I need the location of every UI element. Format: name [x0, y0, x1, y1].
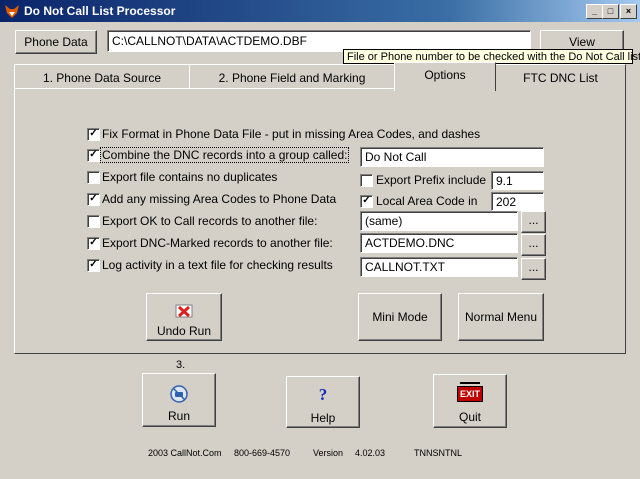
- local-area-code-label: Local Area Code in: [376, 194, 478, 208]
- phone-data-button[interactable]: Phone Data: [15, 30, 97, 54]
- exit-sign-text: EXIT: [457, 386, 483, 402]
- export-dnc-browse-button[interactable]: ...: [521, 234, 546, 256]
- local-area-code-checkbox[interactable]: ✓: [360, 195, 373, 208]
- help-label: Help: [310, 411, 336, 425]
- undo-run-label: Undo Run: [156, 324, 212, 338]
- run-label: Run: [167, 409, 190, 423]
- mini-mode-button[interactable]: Mini Mode: [358, 293, 442, 341]
- title-bar: Do Not Call List Processor _ □ ×: [0, 0, 640, 22]
- red-x-icon: [175, 304, 193, 318]
- footer-version-label: Version: [313, 448, 344, 458]
- export-prefix-label: Export Prefix include: [376, 173, 487, 187]
- export-no-duplicates-checkbox[interactable]: [87, 171, 100, 184]
- footer-copyright: 2003 CallNot.Com: [148, 448, 222, 458]
- window-title: Do Not Call List Processor: [24, 4, 176, 18]
- maximize-button[interactable]: □: [602, 4, 619, 19]
- log-activity-checkbox[interactable]: ✓: [87, 259, 100, 272]
- export-ok-file-field[interactable]: (same): [360, 211, 518, 231]
- undo-run-button[interactable]: Undo Run: [146, 293, 222, 341]
- question-mark-icon: ?: [318, 385, 328, 404]
- add-area-codes-label: Add any missing Area Codes to Phone Data: [102, 192, 337, 206]
- export-no-duplicates-label: Export file contains no duplicates: [102, 170, 278, 184]
- local-area-code-field[interactable]: 202: [491, 192, 544, 211]
- add-area-codes-checkbox[interactable]: ✓: [87, 193, 100, 206]
- tab-options[interactable]: Options: [394, 62, 496, 91]
- exit-sign-icon: EXIT: [457, 382, 483, 402]
- log-activity-label: Log activity in a text file for checking…: [102, 258, 333, 272]
- quit-button[interactable]: EXIT Quit: [433, 374, 507, 428]
- normal-menu-button[interactable]: Normal Menu: [458, 293, 544, 341]
- help-button[interactable]: ? Help: [286, 376, 360, 428]
- fix-format-label: Fix Format in Phone Data File - put in m…: [102, 127, 481, 141]
- no-phone-icon: [170, 385, 188, 403]
- combine-dnc-checkbox[interactable]: ✓: [87, 149, 100, 162]
- run-button[interactable]: Run: [142, 373, 216, 427]
- export-dnc-checkbox[interactable]: ✓: [87, 237, 100, 250]
- fix-format-checkbox[interactable]: ✓: [87, 128, 100, 141]
- fox-head-icon: [5, 5, 19, 18]
- export-dnc-label: Export DNC-Marked records to another fil…: [102, 236, 333, 250]
- log-file-browse-button[interactable]: ...: [521, 258, 546, 280]
- tab-phone-field-and-marking[interactable]: 2. Phone Field and Marking: [189, 64, 395, 91]
- export-prefix-checkbox[interactable]: [360, 174, 373, 187]
- minimize-button[interactable]: _: [586, 4, 603, 19]
- footer-code: TNNSNTNL: [414, 448, 463, 458]
- footer-phone: 800-669-4570: [234, 448, 291, 458]
- export-ok-label: Export OK to Call records to another fil…: [102, 214, 318, 228]
- export-ok-checkbox[interactable]: [87, 215, 100, 228]
- quit-label: Quit: [458, 410, 481, 424]
- export-dnc-file-field[interactable]: ACTDEMO.DNC: [360, 233, 518, 253]
- tab-ftc-dnc-list[interactable]: FTC DNC List: [495, 64, 626, 91]
- export-ok-browse-button[interactable]: ...: [521, 211, 546, 233]
- close-button[interactable]: ×: [620, 4, 637, 19]
- step-3-label: 3.: [176, 359, 186, 371]
- combine-dnc-label: Combine the DNC records into a group cal…: [100, 147, 350, 163]
- dnc-group-name-field[interactable]: Do Not Call: [360, 147, 544, 167]
- footer-version: 4.02.03: [355, 448, 386, 458]
- tab-phone-data-source[interactable]: 1. Phone Data Source: [14, 64, 190, 91]
- prefix-field[interactable]: 9.1: [491, 171, 544, 190]
- log-file-field[interactable]: CALLNOT.TXT: [360, 257, 518, 277]
